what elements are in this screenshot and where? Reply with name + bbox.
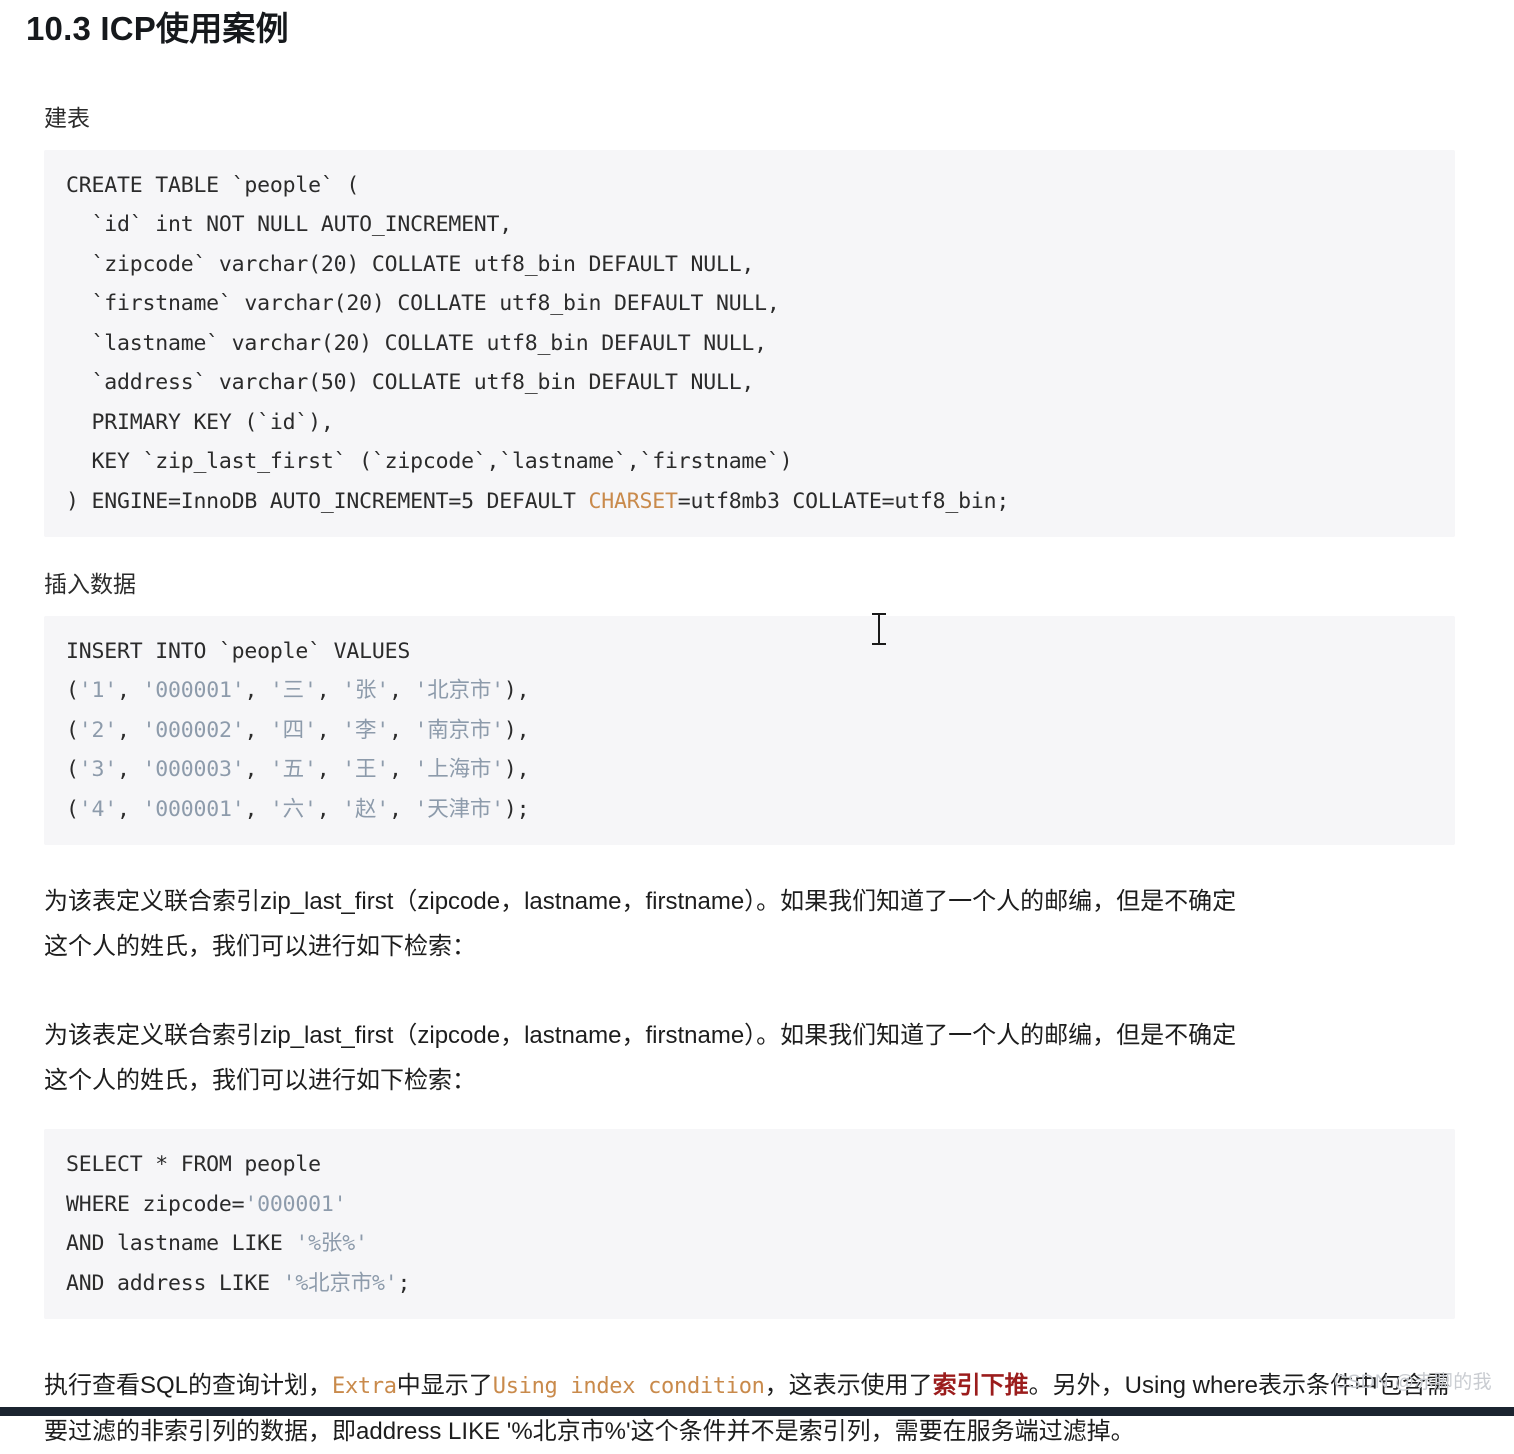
value-address: '天津市' — [414, 796, 505, 822]
row-terminator: ), — [503, 757, 530, 783]
paragraph-line: 为该表定义联合索引zip_last_first（zipcode，lastname… — [44, 888, 1237, 916]
row-terminator: ), — [503, 717, 530, 743]
value-lastname: '张' — [342, 678, 390, 704]
row-terminator: ), — [503, 678, 530, 704]
paragraph-line: 这个人的姓氏，我们可以进行如下检索： — [44, 1067, 476, 1095]
code-line: `address` varchar(50) COLLATE utf8_bin D… — [66, 370, 755, 396]
bottom-bar — [0, 1407, 1514, 1416]
paragraph-index-definition-2: 为该表定义联合索引zip_last_first（zipcode，lastname… — [0, 1013, 1514, 1103]
code-line: SELECT * FROM people — [66, 1152, 321, 1178]
emphasis-index-condition-pushdown: 索引下推 — [932, 1372, 1029, 1400]
value-lastname: '李' — [342, 717, 390, 743]
value-zipcode: '000003' — [142, 757, 245, 783]
value-firstname: '三' — [269, 678, 317, 704]
string-literal-lastname: '%张%' — [295, 1231, 368, 1257]
value-id: '2' — [78, 717, 117, 743]
value-id: '1' — [78, 678, 117, 704]
code-line: PRIMARY KEY (`id`), — [66, 409, 334, 435]
code-line: CREATE TABLE `people` ( — [66, 172, 360, 198]
code-row: ('2', '000002', '四', '李', '南京市'), — [66, 717, 530, 743]
inline-code-using-index-condition: Using index condition — [492, 1374, 765, 1400]
row-terminator: ); — [503, 796, 530, 822]
string-literal-address: '%北京市%' — [282, 1270, 398, 1296]
code-block-create-table[interactable]: CREATE TABLE `people` ( `id` int NOT NUL… — [44, 149, 1455, 538]
code-line: `lastname` varchar(20) COLLATE utf8_bin … — [66, 330, 767, 356]
code-line-engine: ) ENGINE=InnoDB AUTO_INCREMENT=5 DEFAULT… — [66, 488, 1010, 514]
value-firstname: '五' — [269, 757, 317, 783]
value-address: '北京市' — [414, 678, 505, 704]
code-line: `firstname` varchar(20) COLLATE utf8_bin… — [66, 291, 780, 317]
code-block-insert-values[interactable]: INSERT INTO `people` VALUES ('1', '00000… — [44, 615, 1455, 846]
text-segment: 中显示了 — [396, 1372, 493, 1400]
section-label-insert-data: 插入数据 — [44, 571, 136, 598]
code-line: `id` int NOT NULL AUTO_INCREMENT, — [66, 212, 513, 238]
code-line-where: WHERE zipcode='000001' — [66, 1191, 347, 1217]
paragraph-line: 为该表定义联合索引zip_last_first（zipcode，lastname… — [44, 1022, 1237, 1050]
value-lastname: '赵' — [342, 796, 390, 822]
code-row: ('3', '000003', '五', '王', '上海市'), — [66, 757, 530, 783]
code-block-select-query[interactable]: SELECT * FROM people WHERE zipcode='0000… — [44, 1129, 1455, 1320]
inline-code-extra: Extra — [332, 1374, 397, 1400]
value-id: '4' — [78, 796, 117, 822]
code-line: `zipcode` varchar(20) COLLATE utf8_bin D… — [66, 251, 755, 277]
value-zipcode: '000002' — [142, 717, 245, 743]
watermark-csdn: CSDN @赤脚的我 — [1333, 1372, 1492, 1393]
paragraph-line: 这个人的姓氏，我们可以进行如下检索： — [44, 933, 476, 961]
code-line-and-address: AND address LIKE '%北京市%'; — [66, 1270, 411, 1296]
string-literal-zipcode: '000001' — [244, 1191, 347, 1217]
code-row: ('1', '000001', '三', '张', '北京市'), — [66, 678, 530, 704]
paragraph-index-definition-1: 为该表定义联合索引zip_last_first（zipcode，lastname… — [0, 879, 1514, 969]
code-keyword-charset: CHARSET — [588, 488, 678, 514]
cursor-cap-top — [872, 613, 886, 615]
document-page: 10.3 ICP使用案例 建表 CREATE TABLE `people` ( … — [0, 0, 1514, 1445]
code-row: ('4', '000001', '六', '赵', '天津市'); — [66, 796, 530, 822]
value-address: '上海市' — [414, 757, 505, 783]
code-line-insert-header: INSERT INTO `people` VALUES — [66, 638, 411, 664]
value-lastname: '王' — [342, 757, 390, 783]
value-zipcode: '000001' — [142, 678, 245, 704]
value-firstname: '六' — [269, 796, 317, 822]
text-segment: 执行查看SQL的查询计划， — [44, 1372, 333, 1400]
value-firstname: '四' — [269, 717, 317, 743]
value-id: '3' — [78, 757, 117, 783]
value-address: '南京市' — [414, 717, 505, 743]
text-segment: ，这表示使用了 — [764, 1372, 933, 1400]
code-line: KEY `zip_last_first` (`zipcode`,`lastnam… — [66, 449, 793, 475]
section-label-build-table: 建表 — [44, 105, 90, 132]
value-zipcode: '000001' — [142, 796, 245, 822]
code-line-and-lastname: AND lastname LIKE '%张%' — [66, 1231, 368, 1257]
page-title: 10.3 ICP使用案例 — [26, 10, 289, 47]
